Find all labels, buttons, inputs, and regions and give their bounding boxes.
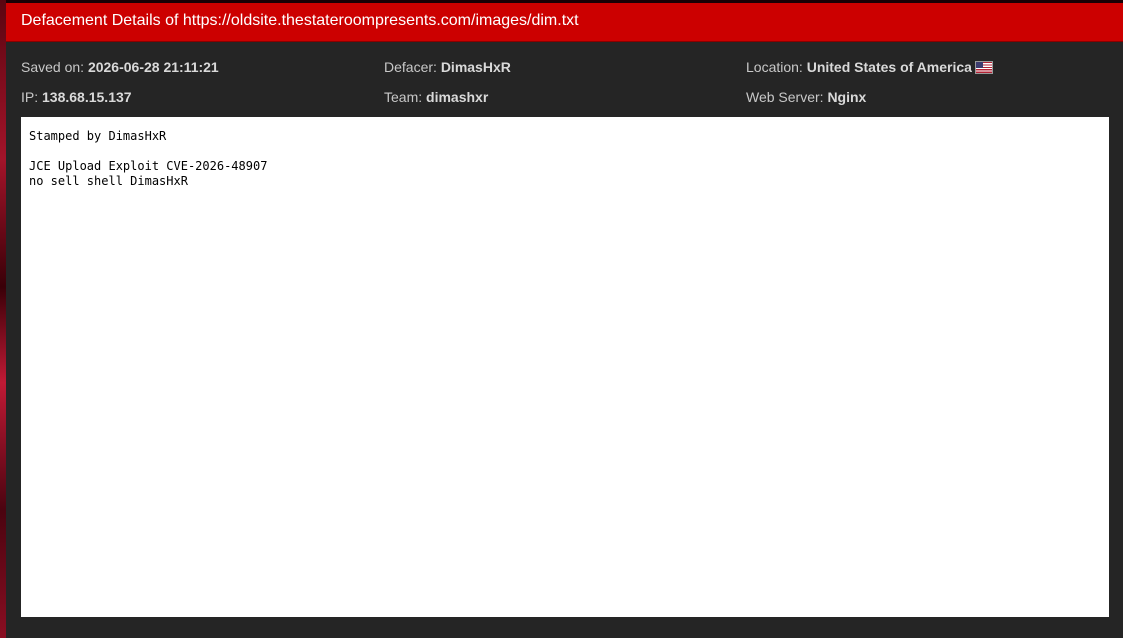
us-flag-icon (975, 62, 992, 73)
mirror-text: Stamped by DimasHxR JCE Upload Exploit C… (29, 129, 268, 188)
team-value: dimashxr (426, 89, 489, 105)
location-field: Location: United States of America (746, 58, 992, 76)
defacer-field: Defacer: DimasHxR (384, 58, 511, 76)
saved-on-value: 2026-06-28 21:11:21 (87, 59, 219, 75)
defacer-label: Defacer: (384, 59, 441, 75)
defacement-details-panel: Defacement Details of https://oldsite.th… (6, 3, 1123, 638)
team-field: Team: dimashxr (384, 88, 488, 106)
defacer-value: DimasHxR (440, 59, 511, 75)
web-server-field: Web Server: Nginx (746, 88, 866, 106)
location-value: United States of America (806, 59, 972, 75)
web-server-value: Nginx (827, 89, 867, 105)
flag-canton (975, 62, 983, 68)
ip-label: IP: (21, 89, 43, 105)
ip-value: 138.68.15.137 (42, 89, 132, 105)
mirror-content-box[interactable]: Stamped by DimasHxR JCE Upload Exploit C… (21, 117, 1109, 617)
web-server-label: Web Server: (746, 89, 828, 105)
saved-on-field: Saved on: 2026-06-28 21:11:21 (21, 58, 219, 76)
ip-field: IP: 138.68.15.137 (21, 88, 132, 106)
panel-header: Defacement Details of https://oldsite.th… (6, 3, 1123, 42)
location-label: Location: (746, 59, 807, 75)
team-label: Team: (384, 89, 427, 105)
saved-on-label: Saved on: (21, 59, 88, 75)
page-title: Defacement Details of https://oldsite.th… (21, 12, 579, 29)
